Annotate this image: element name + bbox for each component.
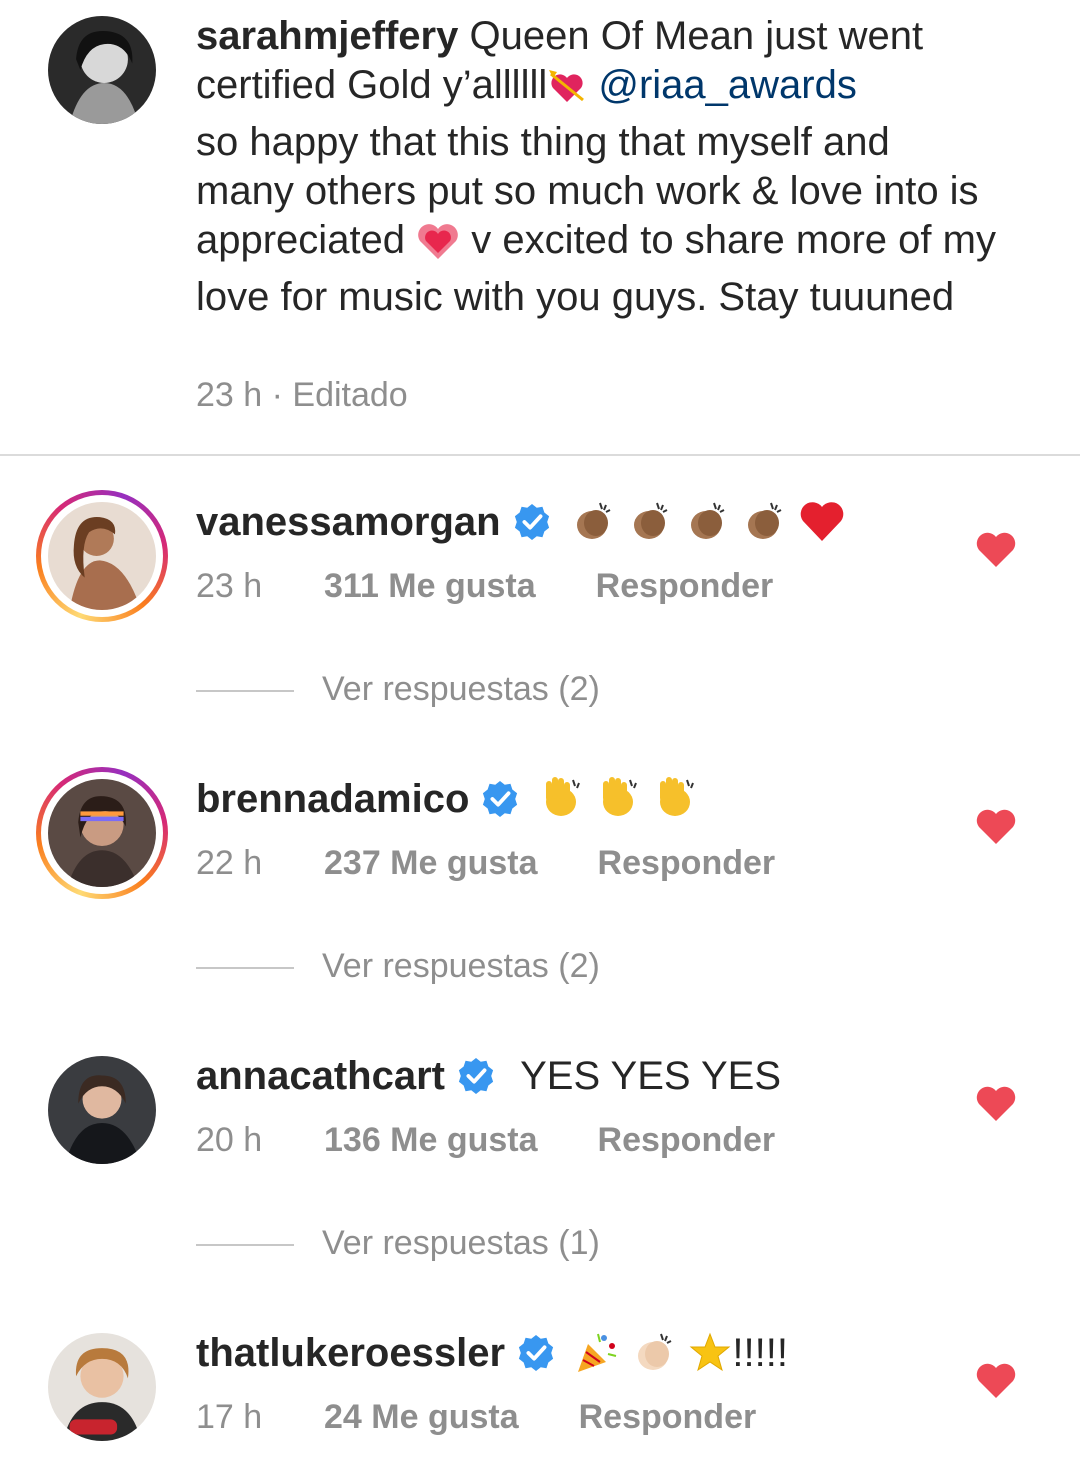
verified-badge-icon (457, 1057, 495, 1095)
comment-avatar-annacathcart[interactable] (48, 1056, 156, 1164)
verified-badge-icon (481, 780, 519, 818)
comment-meta: 22 h 237 Me gusta Responder (196, 844, 775, 883)
comment-meta: 17 h 24 Me gusta Responder (196, 1398, 756, 1437)
comment-likes[interactable]: 311 Me gusta (324, 567, 536, 606)
clapping-hands-icon (627, 499, 673, 555)
like-heart-icon[interactable] (976, 1363, 1016, 1399)
verified-badge-icon (517, 1334, 555, 1372)
waving-hand-icon (539, 776, 585, 832)
view-replies-label: Ver respuestas (2) (322, 947, 600, 985)
comment-line: vanessamorgan (196, 497, 846, 555)
star-icon (688, 1332, 732, 1386)
comment-line: brennadamico (196, 774, 699, 832)
comment-avatar-brennadamico[interactable] (36, 767, 168, 899)
comment-text: !!!!! (732, 1331, 788, 1375)
view-replies-button[interactable]: Ver respuestas (2) (196, 670, 600, 709)
comment-avatar-thatlukeroessler[interactable] (48, 1333, 156, 1441)
red-heart-icon (798, 499, 846, 555)
comment-likes[interactable]: 136 Me gusta (324, 1121, 538, 1160)
clapping-hands-icon (684, 499, 730, 555)
heart-with-arrow-icon (547, 68, 587, 118)
comment-likes[interactable]: 237 Me gusta (324, 844, 538, 883)
clapping-hands-icon (570, 499, 616, 555)
view-replies-button[interactable]: Ver respuestas (2) (196, 947, 600, 986)
verified-badge-icon (513, 503, 551, 541)
view-replies-label: Ver respuestas (1) (322, 1224, 600, 1262)
comment-time: 17 h (196, 1398, 263, 1436)
comment-username[interactable]: brennadamico (196, 777, 469, 821)
like-heart-icon[interactable] (976, 809, 1016, 845)
comment-line: thatlukeroessler !!!!! (196, 1328, 788, 1386)
reply-button[interactable]: Responder (598, 1121, 776, 1159)
post-meta: 23 h · Editado (196, 376, 408, 414)
comment-meta: 23 h 311 Me gusta Responder (196, 567, 773, 606)
waving-hand-icon (653, 776, 699, 832)
reply-button[interactable]: Responder (598, 844, 776, 882)
like-heart-icon[interactable] (976, 532, 1016, 568)
waving-hand-icon (596, 776, 642, 832)
post-caption: sarahmjeffery Queen Of Mean just went ce… (196, 12, 996, 322)
replies-line (196, 1244, 294, 1247)
growing-heart-icon (416, 221, 460, 273)
replies-line (196, 690, 294, 693)
mention-link[interactable]: @riaa_awards (598, 63, 857, 107)
comment-meta: 20 h 136 Me gusta Responder (196, 1121, 775, 1160)
divider (0, 454, 1080, 456)
view-replies-button[interactable]: Ver respuestas (1) (196, 1224, 600, 1263)
comment-time: 23 h (196, 567, 263, 605)
comment-username[interactable]: thatlukeroessler (196, 1331, 505, 1375)
comment-username[interactable]: vanessamorgan (196, 500, 501, 544)
clapping-hands-icon (741, 499, 787, 555)
post-author-avatar[interactable] (48, 16, 156, 124)
like-heart-icon[interactable] (976, 1086, 1016, 1122)
comment-time: 20 h (196, 1121, 263, 1159)
reply-button[interactable]: Responder (579, 1398, 757, 1436)
reply-button[interactable]: Responder (596, 567, 774, 605)
view-replies-label: Ver respuestas (2) (322, 670, 600, 708)
replies-line (196, 967, 294, 970)
comment-username[interactable]: annacathcart (196, 1054, 445, 1098)
comment-likes[interactable]: 24 Me gusta (324, 1398, 519, 1437)
post-author-username[interactable]: sarahmjeffery (196, 14, 458, 58)
party-popper-icon (574, 1330, 620, 1386)
comment-time: 22 h (196, 844, 263, 882)
comment-text: YES YES YES (520, 1054, 782, 1098)
comment-avatar-vanessamorgan[interactable] (36, 490, 168, 622)
clapping-hands-icon (631, 1330, 677, 1386)
comment-line: annacathcart YES YES YES (196, 1051, 781, 1101)
